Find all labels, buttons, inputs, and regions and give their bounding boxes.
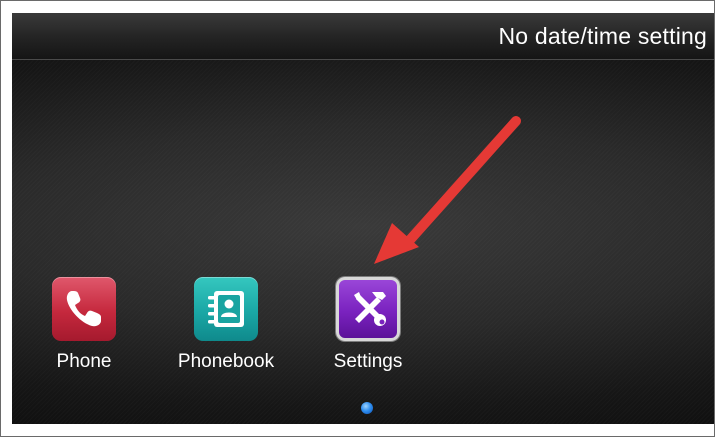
arrow-head [374,223,419,264]
app-phonebook[interactable]: Phonebook [166,277,286,377]
contacts-book-icon[interactable] [194,277,258,341]
datetime-status[interactable]: No date/time setting [498,23,707,50]
app-label-phone: Phone [56,351,112,372]
app-label-settings: Settings [333,351,403,372]
status-bar: No date/time setting [12,13,714,60]
app-phone[interactable]: Phone [24,277,144,377]
app-label-phonebook: Phonebook [177,351,275,372]
head-unit-screen: No date/time setting Phone Phonebook Set… [12,13,714,424]
page-indicator-dot[interactable] [361,402,373,414]
app-settings[interactable]: Settings [308,277,428,377]
tools-icon[interactable] [336,277,400,341]
screenshot-frame: No date/time setting Phone Phonebook Set… [0,0,715,437]
phone-icon[interactable] [52,277,116,341]
